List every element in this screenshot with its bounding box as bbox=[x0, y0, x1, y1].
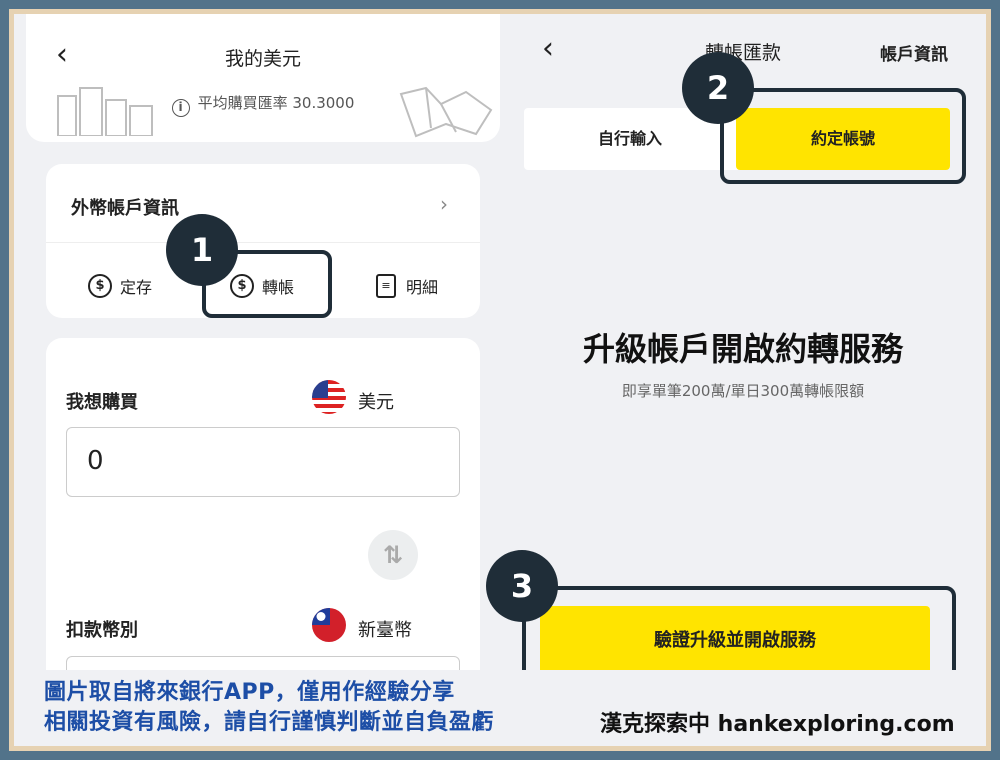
amount-input[interactable]: 0 bbox=[66, 427, 460, 497]
right-screen: ‹ 轉帳匯款 帳戶資訊 自行輸入 約定帳號 升級帳戶開啟約轉服務 即享單筆200… bbox=[486, 14, 986, 746]
buy-currency[interactable]: 美元 bbox=[358, 388, 394, 414]
upgrade-headline: 升級帳戶開啟約轉服務 bbox=[582, 330, 903, 368]
buy-label: 我想購買 bbox=[66, 392, 138, 413]
statement-label: 明細 bbox=[406, 278, 439, 297]
debit-currency-label: 扣款幣別 bbox=[66, 620, 138, 641]
annotation-badge-2: 2 bbox=[682, 52, 754, 124]
dollar-circle-icon: $ bbox=[88, 274, 112, 298]
taiwan-flag-icon bbox=[312, 608, 346, 642]
account-info-link[interactable]: 帳戶資訊 bbox=[880, 40, 948, 65]
disclaimer-line-1: 圖片取自將來銀行APP，僅用作經驗分享 bbox=[44, 680, 455, 705]
screenshot-canvas: ‹ 我的美元 i 平均購買匯率 30.3000 外幣帳戶資訊 › $ 定存 $ … bbox=[14, 14, 986, 746]
statement-action[interactable]: ≡ 明細 bbox=[376, 274, 438, 298]
currency-header: ‹ 我的美元 i 平均購買匯率 30.3000 bbox=[26, 14, 500, 142]
highlight-designated-account bbox=[720, 88, 966, 184]
annotation-badge-3: 3 bbox=[486, 550, 558, 622]
divider bbox=[46, 242, 480, 243]
upgrade-subtext: 即享單筆200萬/單日300萬轉帳限額 bbox=[621, 382, 865, 400]
deposit-action[interactable]: $ 定存 bbox=[88, 274, 152, 298]
left-screen: ‹ 我的美元 i 平均購買匯率 30.3000 外幣帳戶資訊 › $ 定存 $ … bbox=[14, 14, 500, 746]
average-rate-text: 平均購買匯率 30.3000 bbox=[197, 94, 355, 112]
info-icon[interactable]: i bbox=[171, 99, 190, 117]
us-flag-icon bbox=[312, 380, 346, 414]
swap-arrows-icon[interactable]: ⇅ bbox=[368, 530, 418, 580]
annotation-badge-1: 1 bbox=[166, 214, 238, 286]
disclaimer-line-2: 相關投資有風險，請自行謹慎判斷並自負盈虧 bbox=[44, 710, 495, 735]
document-list-icon: ≡ bbox=[376, 274, 396, 298]
average-rate-row: i 平均購買匯率 30.3000 bbox=[26, 92, 500, 117]
footer-watermark: 圖片取自將來銀行APP，僅用作經驗分享 相關投資有風險，請自行謹慎判斷並自負盈虧… bbox=[14, 670, 986, 746]
deposit-label: 定存 bbox=[120, 278, 153, 297]
foreign-account-info-link[interactable]: 外幣帳戶資訊 bbox=[71, 194, 179, 220]
debit-currency[interactable]: 新臺幣 bbox=[358, 616, 412, 642]
chevron-right-icon[interactable]: › bbox=[440, 192, 448, 216]
site-credit: 漢克探索中 hankexploring.com bbox=[600, 712, 955, 737]
page-title: 我的美元 bbox=[224, 48, 301, 70]
